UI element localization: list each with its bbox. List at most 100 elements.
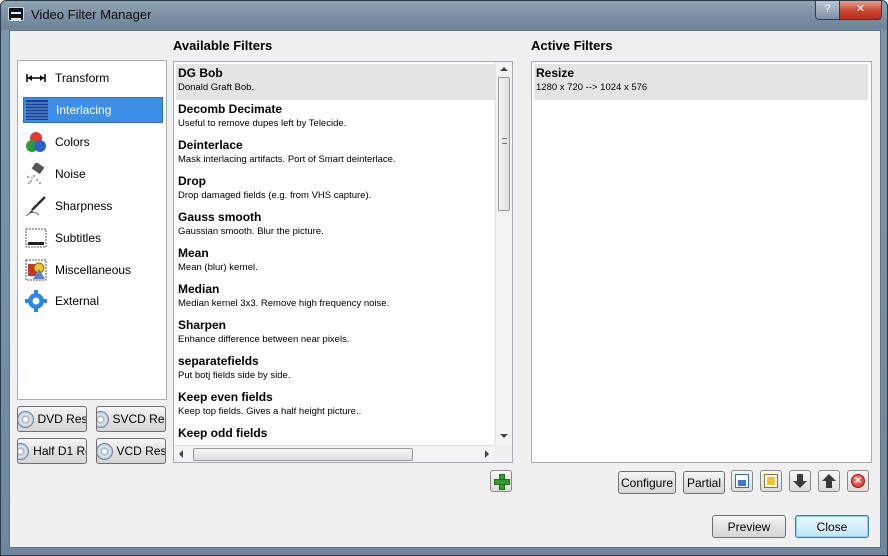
- filter-name: Deinterlace: [178, 138, 243, 152]
- scrollbar-thumb[interactable]: [498, 77, 510, 211]
- list-item[interactable]: Median Median kernel 3x3. Remove high fr…: [176, 280, 496, 316]
- list-item[interactable]: Mean Mean (blur) kernel.: [176, 244, 496, 280]
- window-close-button[interactable]: ✕: [839, 1, 882, 20]
- close-button[interactable]: Close: [795, 515, 869, 538]
- active-filters-heading: Active Filters: [531, 38, 613, 53]
- svcd-res-label: SVCD Res: [112, 412, 166, 426]
- arrow-up-icon: [822, 474, 836, 488]
- filter-description: Drop damaged fields (e.g. from VHS captu…: [178, 190, 372, 201]
- vcd-res-label: VCD Res: [116, 444, 166, 458]
- category-transform[interactable]: Transform: [23, 65, 163, 91]
- move-down-button[interactable]: [789, 470, 811, 492]
- scroll-corner: [495, 445, 512, 462]
- open-filter-list-button[interactable]: [731, 470, 753, 492]
- filter-name: DG Bob: [178, 66, 223, 80]
- filter-name: Drop: [178, 174, 206, 188]
- half-d1-res-button[interactable]: Half D1 Re: [17, 438, 87, 464]
- filter-name: Keep odd fields: [178, 426, 268, 440]
- subtitles-icon: [25, 227, 47, 249]
- list-item[interactable]: Deinterlace Mask interlacing artifacts. …: [176, 136, 496, 172]
- svcd-res-button[interactable]: SVCD Res: [96, 406, 166, 432]
- active-filters-list[interactable]: Resize 1280 x 720 --> 1024 x 576: [531, 61, 872, 463]
- filter-description: Median kernel 3x3. Remove high frequency…: [178, 298, 390, 309]
- move-up-button[interactable]: [818, 470, 840, 492]
- category-label: Transform: [55, 71, 110, 85]
- transform-icon: [25, 67, 47, 89]
- window-title: Video Filter Manager: [31, 7, 152, 22]
- add-filter-button[interactable]: [490, 470, 512, 492]
- disc-icon: [18, 410, 34, 428]
- remove-icon: ✕: [851, 474, 865, 488]
- vcd-res-button[interactable]: VCD Res: [96, 438, 166, 464]
- category-miscellaneous[interactable]: Miscellaneous: [23, 257, 163, 283]
- scrollbar-thumb[interactable]: [193, 448, 413, 461]
- filter-name: Median: [178, 282, 220, 296]
- scroll-down-arrow-icon[interactable]: [500, 434, 508, 438]
- configure-button[interactable]: Configure: [618, 471, 676, 494]
- preview-button[interactable]: Preview: [712, 515, 786, 538]
- filter-description: Enhance difference between near pixels.: [178, 334, 350, 345]
- list-item[interactable]: separatefields Put botj fields side by s…: [176, 352, 496, 388]
- arrow-down-icon: [793, 474, 807, 488]
- list-item[interactable]: Resize 1280 x 720 --> 1024 x 576: [534, 64, 868, 100]
- scroll-up-arrow-icon[interactable]: [500, 67, 508, 71]
- filter-name: Keep even fields: [178, 390, 273, 404]
- list-item[interactable]: Keep even fields Keep top fields. Gives …: [176, 388, 496, 424]
- category-label: External: [55, 294, 100, 308]
- filter-name: separatefields: [178, 354, 259, 368]
- filter-description: Keep top fields. Gives a half height pic…: [178, 406, 362, 417]
- filter-name: Mean: [178, 246, 209, 260]
- category-sharpness[interactable]: Sharpness: [23, 193, 163, 219]
- help-button[interactable]: ?: [815, 1, 840, 20]
- filter-name: Resize: [536, 66, 575, 80]
- category-label: Colors: [55, 135, 90, 149]
- title-bar[interactable]: Video Filter Manager ? ✕: [1, 1, 887, 29]
- save-filter-list-button[interactable]: [760, 470, 782, 492]
- external-icon: [25, 290, 47, 312]
- category-subtitles[interactable]: Subtitles: [23, 225, 163, 251]
- list-item[interactable]: Sharpen Enhance difference between near …: [176, 316, 496, 352]
- category-label: Miscellaneous: [55, 263, 132, 277]
- vertical-scrollbar[interactable]: [495, 62, 512, 445]
- horizontal-scrollbar[interactable]: [174, 445, 497, 462]
- available-filters-heading: Available Filters: [173, 38, 273, 53]
- partial-button[interactable]: Partial: [683, 471, 725, 494]
- noise-icon: [25, 161, 47, 185]
- interlacing-icon: [26, 99, 48, 121]
- grip-icon: [502, 138, 507, 144]
- category-colors[interactable]: Colors: [23, 129, 163, 155]
- dvd-res-button[interactable]: DVD Res: [17, 406, 87, 432]
- list-item[interactable]: Decomb Decimate Useful to remove dupes l…: [176, 100, 496, 136]
- category-label: Subtitles: [55, 231, 102, 245]
- category-external[interactable]: External: [23, 288, 163, 314]
- plus-icon: [494, 474, 510, 490]
- app-icon: [8, 7, 24, 21]
- filter-description: 1280 x 720 --> 1024 x 576: [536, 82, 648, 93]
- scroll-left-arrow-icon[interactable]: [179, 450, 183, 458]
- disc-icon: [97, 442, 113, 460]
- disc-icon: [18, 442, 30, 460]
- list-item[interactable]: Drop Drop damaged fields (e.g. from VHS …: [176, 172, 496, 208]
- half-d1-res-label: Half D1 Re: [33, 444, 87, 458]
- category-label: Noise: [55, 167, 86, 181]
- filter-description: Useful to remove dupes left by Telecide.: [178, 118, 347, 129]
- category-noise[interactable]: Noise: [23, 161, 163, 187]
- category-interlacing[interactable]: Interlacing: [23, 97, 163, 123]
- category-label: Interlacing: [56, 103, 112, 117]
- remove-filter-button[interactable]: ✕: [847, 470, 869, 492]
- filter-description: Put botj fields side by side.: [178, 370, 291, 381]
- open-icon: [735, 474, 749, 488]
- list-item[interactable]: DG Bob Donald Graft Bob.: [176, 64, 496, 100]
- available-filters-list[interactable]: DG Bob Donald Graft Bob. Decomb Decimate…: [173, 61, 513, 463]
- filter-description: Mask interlacing artifacts. Port of Smar…: [178, 154, 396, 165]
- filter-description: Mean (blur) kernel.: [178, 262, 258, 273]
- scroll-right-arrow-icon[interactable]: [485, 450, 489, 458]
- filter-description: Gaussian smooth. Blur the picture.: [178, 226, 324, 237]
- dvd-res-label: DVD Res: [37, 412, 87, 426]
- sharpness-icon: [25, 195, 47, 217]
- disc-icon: [97, 410, 109, 428]
- list-item[interactable]: Gauss smooth Gaussian smooth. Blur the p…: [176, 208, 496, 244]
- filter-description: Donald Graft Bob.: [178, 82, 255, 93]
- colors-icon: [25, 131, 47, 153]
- miscellaneous-icon: [25, 259, 47, 281]
